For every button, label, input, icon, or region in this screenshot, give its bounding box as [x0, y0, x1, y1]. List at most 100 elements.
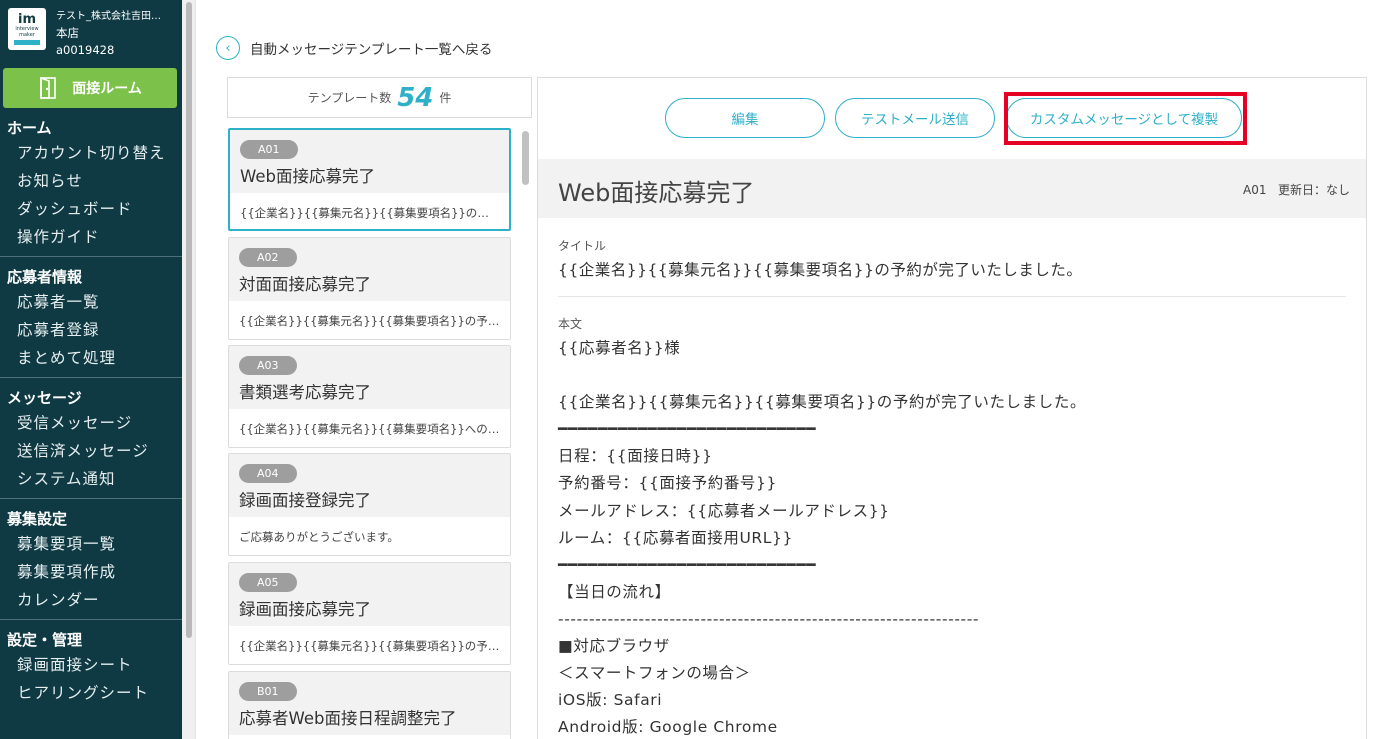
template-preview: {{企業名}}{{募集元名}}{{募集要項名}}へのご応募ありがとうございます。 [229, 409, 510, 447]
logo-text-2: maker [19, 31, 35, 38]
nav-item-job-create[interactable]: 募集要項作成 [0, 558, 182, 586]
detail-updated: 更新日：なし [1277, 183, 1350, 197]
door-icon [40, 76, 57, 99]
detail-code: A01 [1243, 183, 1267, 197]
detail-divider [558, 296, 1346, 297]
account-id: a0019428 [56, 43, 115, 57]
edit-button[interactable]: 編集 [665, 98, 825, 138]
template-name: 録画面接応募完了 [239, 600, 371, 619]
nav-section-recruit: 募集設定 [7, 510, 68, 528]
template-card-b01[interactable]: B01 応募者Web面接日程調整完了 [228, 671, 511, 739]
template-preview: {{企業名}}{{募集元名}}{{募集要項名}}の予約が完了いたしました。 [230, 193, 509, 229]
nav-item-guide[interactable]: 操作ガイド [0, 223, 182, 251]
logo-bar [14, 39, 40, 45]
template-count: テンプレート数 54 件 [227, 77, 532, 118]
body-line: 日程：{{面接日時}} [558, 447, 713, 466]
body-line: {{企業名}}{{募集元名}}{{募集要項名}}の予約が完了いたしました。 [558, 393, 1087, 412]
template-preview: ご応募ありがとうございます。 [229, 517, 510, 555]
body-text: {{応募者名}}様 {{企業名}}{{募集元名}}{{募集要項名}}の予約が完了… [558, 335, 1348, 739]
nav-item-dashboard[interactable]: ダッシュボード [0, 195, 182, 223]
template-code-badge: A02 [239, 248, 297, 267]
nav-item-recording-sheet[interactable]: 録画面接シート [0, 651, 182, 679]
highlight-box [1004, 92, 1247, 145]
account-info: テスト_株式会社吉田… 本店 a0019428 [56, 8, 161, 59]
nav-divider [0, 619, 182, 629]
body-line: ━━━━━━━━━━━━━━━━━━━━━━━━━━ [558, 420, 817, 439]
chevron-left-icon: ‹ [216, 36, 240, 60]
body-line: ■対応ブラウザ [558, 637, 670, 656]
body-line: Android版: Google Chrome [558, 718, 778, 737]
nav-section-messages: メッセージ [7, 389, 82, 407]
body-line: 予約番号：{{面接予約番号}} [558, 474, 777, 493]
template-count-prefix: テンプレート数 [307, 91, 392, 105]
body-line: 【当日の流れ】 [558, 582, 671, 601]
template-card-a02[interactable]: A02 対面面接応募完了 {{企業名}}{{募集元名}}{{募集要項名}}の予約… [228, 237, 511, 340]
test-mail-button[interactable]: テストメール送信 [835, 98, 995, 138]
nav-item-job-list[interactable]: 募集要項一覧 [0, 530, 182, 558]
template-name: 録画面接登録完了 [239, 491, 371, 510]
sidebar-scrollbar[interactable] [182, 0, 196, 739]
template-code-badge: A03 [239, 356, 297, 375]
template-count-suffix: 件 [439, 91, 452, 105]
body-line: メールアドレス：{{応募者メールアドレス}} [558, 501, 890, 520]
body-label: 本文 [558, 317, 583, 331]
back-link-label: 自動メッセージテンプレート一覧へ戻る [250, 42, 493, 58]
template-name: 応募者Web面接日程調整完了 [239, 709, 457, 728]
template-card-a01[interactable]: A01 Web面接応募完了 {{企業名}}{{募集元名}}{{募集要項名}}の予… [228, 128, 511, 231]
nav-item-notices[interactable]: お知らせ [0, 167, 182, 195]
template-preview: {{企業名}}{{募集元名}}{{募集要項名}}の予約が完了いたしました。 [229, 301, 510, 339]
nav-section-home: ホーム [7, 119, 52, 137]
company-name: テスト_株式会社吉田… [56, 11, 161, 22]
branch-name: 本店 [56, 26, 79, 40]
template-card-a04[interactable]: A04 録画面接登録完了 ご応募ありがとうございます。 [228, 453, 511, 556]
template-name: Web面接応募完了 [240, 167, 375, 186]
template-detail: 編集 テストメール送信 カスタムメッセージとして複製 Web面接応募完了 A01… [537, 77, 1367, 739]
nav-item-applicant-list[interactable]: 応募者一覧 [0, 288, 182, 316]
sidebar: im interview maker テスト_株式会社吉田… 本店 a00194… [0, 0, 182, 739]
sidebar-scroll-thumb[interactable] [186, 2, 192, 638]
logo-mark: im [17, 11, 36, 27]
sidebar-nav: ホーム アカウント切り替え お知らせ ダッシュボード 操作ガイド 応募者情報 応… [0, 117, 182, 707]
template-code-badge: A05 [239, 573, 297, 592]
nav-divider [0, 377, 182, 387]
body-line: ルーム：{{応募者面接用URL}} [558, 528, 793, 547]
nav-item-calendar[interactable]: カレンダー [0, 586, 182, 614]
detail-title: Web面接応募完了 [558, 179, 755, 207]
nav-section-settings: 設定・管理 [7, 631, 83, 649]
subject-label: タイトル [558, 239, 607, 253]
template-code-badge: A04 [239, 464, 297, 483]
nav-divider [0, 256, 182, 266]
nav-item-account-switch[interactable]: アカウント切り替え [0, 139, 182, 167]
body-line: iOS版: Safari [558, 691, 663, 710]
back-link[interactable]: ‹ 自動メッセージテンプレート一覧へ戻る [216, 36, 492, 60]
nav-section-applicants: 応募者情報 [7, 268, 83, 286]
nav-divider [0, 498, 182, 508]
nav-item-bulk-process[interactable]: まとめて処理 [0, 344, 182, 372]
template-preview: {{企業名}}{{募集元名}}{{募集要項名}}の予約が完了いたしました。 [229, 626, 510, 664]
detail-header: Web面接応募完了 A01 更新日：なし [538, 159, 1366, 218]
body-line: ----------------------------------------… [558, 609, 980, 628]
app-logo: im interview maker [8, 8, 46, 50]
template-list-scroll-thumb[interactable] [522, 131, 529, 185]
template-name: 書類選考応募完了 [239, 383, 371, 402]
body-line: {{応募者名}}様 [558, 339, 681, 357]
template-list-scrollbar[interactable] [519, 127, 532, 739]
body-line: ＜スマートフォンの場合＞ [558, 664, 751, 683]
interview-room-button[interactable]: 面接ルーム [3, 68, 177, 108]
template-code-badge: A01 [240, 140, 298, 159]
nav-item-hearing-sheet[interactable]: ヒアリングシート [0, 679, 182, 707]
subject-text: {{企業名}}{{募集元名}}{{募集要項名}}の予約が完了いたしました。 [558, 261, 1083, 279]
nav-item-applicant-register[interactable]: 応募者登録 [0, 316, 182, 344]
nav-item-inbox[interactable]: 受信メッセージ [0, 409, 182, 437]
detail-meta: A01 更新日：なし [1243, 181, 1350, 198]
template-card-a05[interactable]: A05 録画面接応募完了 {{企業名}}{{募集元名}}{{募集要項名}}の予約… [228, 562, 511, 665]
template-name: 対面面接応募完了 [239, 275, 371, 294]
nav-item-sent[interactable]: 送信済メッセージ [0, 437, 182, 465]
nav-item-system-notice[interactable]: システム通知 [0, 465, 182, 493]
template-list: A01 Web面接応募完了 {{企業名}}{{募集元名}}{{募集要項名}}の予… [227, 127, 532, 739]
template-card-a03[interactable]: A03 書類選考応募完了 {{企業名}}{{募集元名}}{{募集要項名}}へのご… [228, 345, 511, 448]
account-header[interactable]: im interview maker テスト_株式会社吉田… 本店 a00194… [0, 0, 182, 64]
interview-room-label: 面接ルーム [72, 81, 142, 97]
template-count-number: 54 [397, 82, 434, 113]
body-line [558, 362, 1348, 389]
